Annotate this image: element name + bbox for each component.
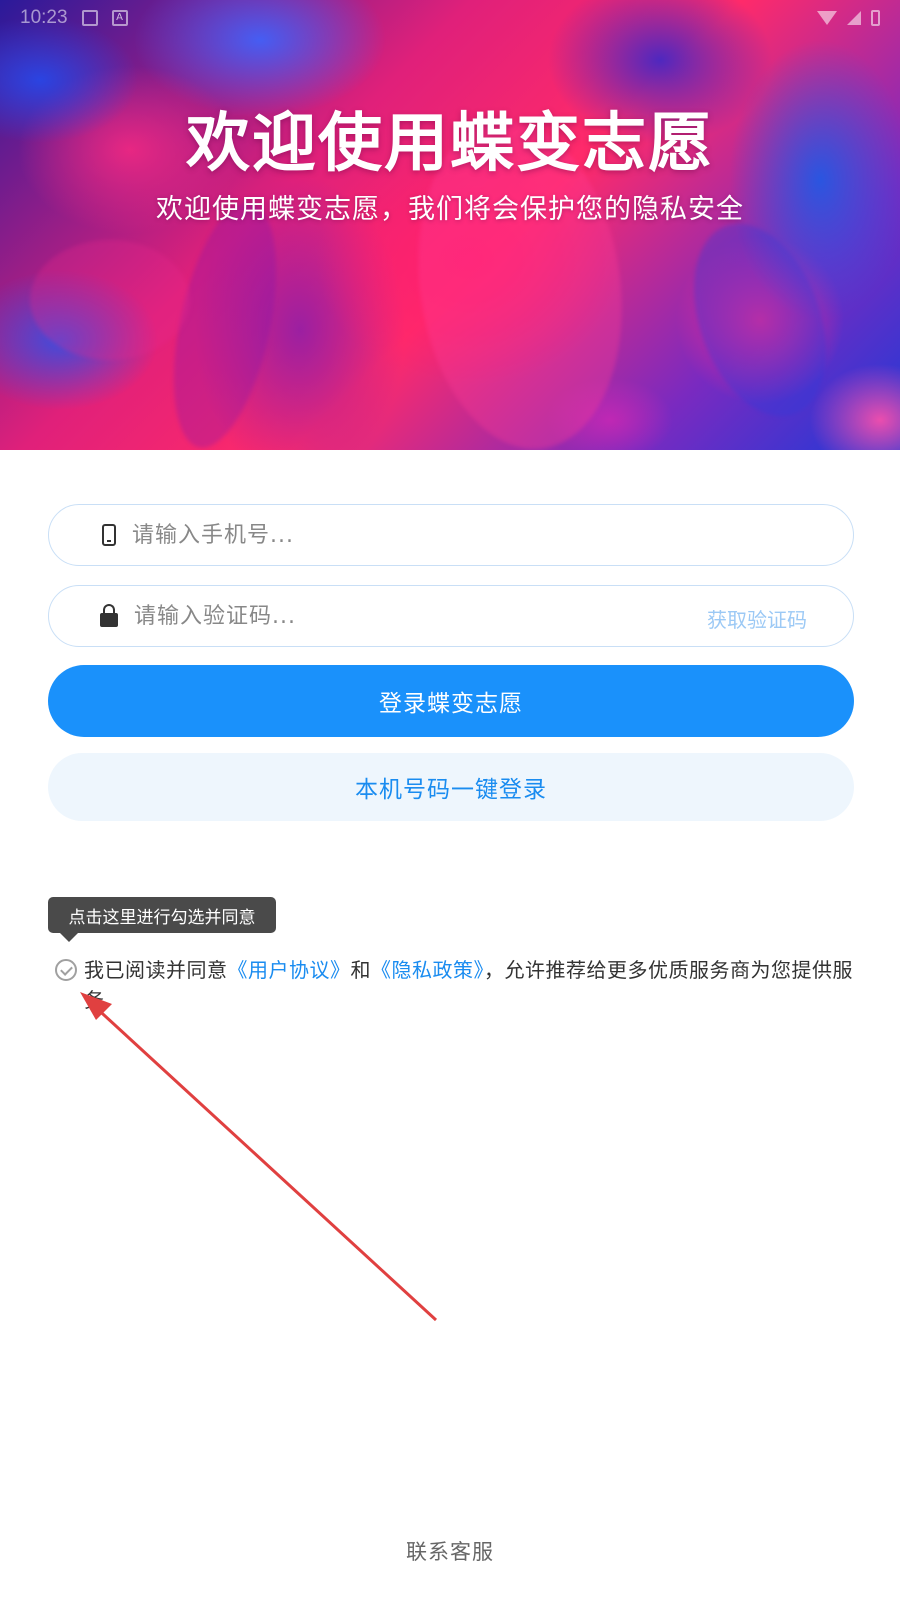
battery-icon	[871, 10, 880, 26]
phone-field[interactable]	[48, 504, 854, 566]
privacy-policy-link[interactable]: 《隐私政策》	[371, 958, 484, 982]
code-input[interactable]	[134, 603, 654, 629]
wifi-icon	[817, 11, 837, 25]
one-click-login-button[interactable]: 本机号码一键登录	[48, 753, 854, 821]
keyboard-a-icon: A	[111, 10, 128, 26]
user-agreement-link[interactable]: 《用户协议》	[228, 958, 351, 982]
image-icon	[81, 10, 98, 26]
login-button[interactable]: 登录蝶变志愿	[48, 665, 854, 737]
contact-support-link[interactable]: 联系客服	[0, 1536, 900, 1566]
code-field[interactable]: 获取验证码	[48, 585, 854, 647]
page-title: 欢迎使用蝶变志愿	[186, 106, 714, 181]
agree-tooltip: 点击这里进行勾选并同意	[48, 897, 276, 942]
phone-icon	[102, 524, 116, 546]
agreement-text: 我已阅读并同意《用户协议》和《隐私政策》，允许推荐给更多优质服务商为您提供服务	[84, 955, 854, 1015]
hero-banner: 10:23 A 欢迎使用蝶变志愿 欢迎使用蝶变志愿，我们将会保护您的隐私安全	[0, 0, 900, 450]
page-subtitle: 欢迎使用蝶变志愿，我们将会保护您的隐私安全	[156, 194, 744, 225]
lock-icon	[100, 604, 118, 628]
status-bar: 10:23 A	[0, 0, 900, 36]
agree-checkbox-icon[interactable]	[55, 959, 77, 981]
login-screen: 10:23 A 欢迎使用蝶变志愿 欢迎使用蝶变志愿，我们将会保护您的隐私安全 获…	[0, 0, 900, 1600]
signal-icon	[847, 11, 861, 25]
agreement-and: 和	[350, 958, 371, 982]
status-time: 10:23	[20, 7, 68, 28]
get-code-button[interactable]: 获取验证码	[707, 604, 807, 633]
agreement-prefix: 我已阅读并同意	[84, 958, 228, 982]
phone-input[interactable]	[132, 522, 652, 548]
